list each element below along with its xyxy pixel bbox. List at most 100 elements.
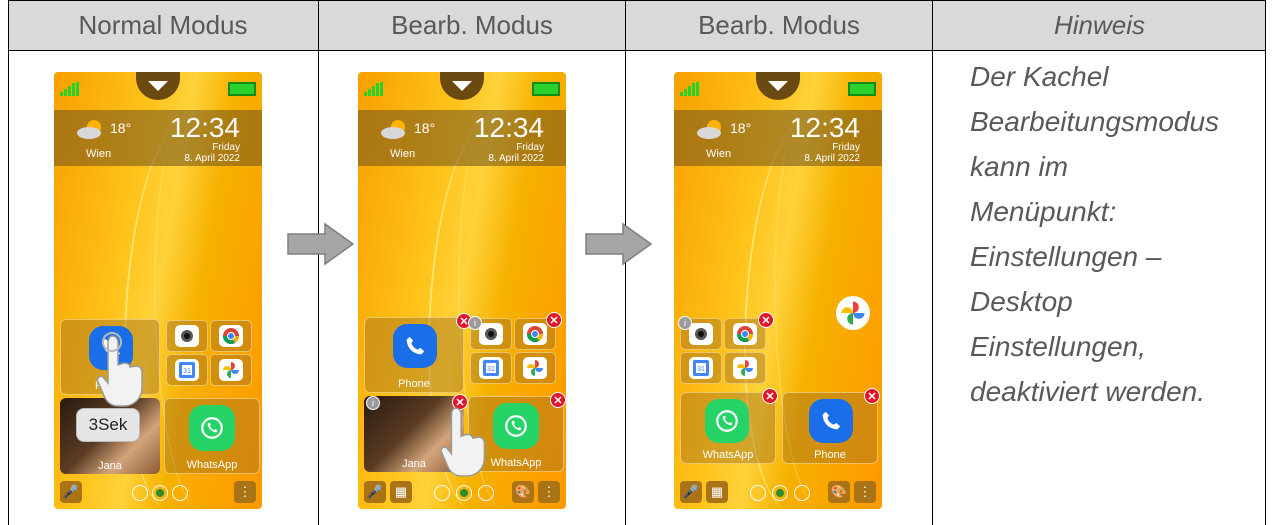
photos-tile[interactable] xyxy=(514,352,556,384)
page-dot[interactable] xyxy=(750,485,766,501)
weather-clock-widget[interactable]: 18° Wien 12:34 Friday 8. April 2022 xyxy=(54,110,262,166)
weekday: Friday xyxy=(516,142,544,153)
photos-icon xyxy=(733,357,757,379)
weather-clock-widget[interactable]: 18° Wien 12:34 Friday 8. April 2022 xyxy=(358,110,566,166)
more-menu-icon[interactable]: ⋮ xyxy=(538,481,560,503)
grid-icon[interactable]: ▦ xyxy=(706,481,728,503)
photos-icon-dragging[interactable] xyxy=(836,296,870,330)
info-badge-icon[interactable]: i xyxy=(468,316,482,330)
info-badge-icon[interactable]: i xyxy=(366,396,380,410)
calendar-tile[interactable]: 31 xyxy=(166,354,208,386)
date-block: Friday 8. April 2022 xyxy=(488,142,544,164)
svg-text:31: 31 xyxy=(697,366,705,373)
pull-down-tab[interactable] xyxy=(440,72,484,100)
tap-hand-icon xyxy=(440,407,486,477)
tile-label: WhatsApp xyxy=(702,449,754,461)
tile-label: Jana xyxy=(98,460,122,472)
temperature: 18° xyxy=(730,120,752,136)
battery-icon xyxy=(228,82,256,96)
table-border-right xyxy=(1265,0,1266,525)
camera-icon xyxy=(479,323,503,345)
palette-icon[interactable]: 🎨 xyxy=(512,481,534,503)
battery-icon xyxy=(532,82,560,96)
microphone-icon[interactable]: 🎤 xyxy=(60,481,82,503)
delete-tile-icon[interactable]: ✕ xyxy=(546,312,562,328)
palette-icon[interactable]: 🎨 xyxy=(828,481,850,503)
table-border-top xyxy=(8,0,1266,1)
pull-down-tab[interactable] xyxy=(756,72,800,100)
phone-icon xyxy=(809,399,853,443)
calendar-tile[interactable]: 31 xyxy=(680,352,722,384)
temperature: 18° xyxy=(414,120,436,136)
date: 8. April 2022 xyxy=(184,153,240,164)
weather-clock-widget[interactable]: 18° Wien 12:34 Friday 8. April 2022 xyxy=(674,110,882,166)
header-normal-mode: Normal Modus xyxy=(8,0,318,50)
photos-icon xyxy=(219,359,243,381)
chevron-down-icon xyxy=(768,81,788,91)
camera-tile[interactable] xyxy=(166,320,208,352)
weekday: Friday xyxy=(212,142,240,153)
photos-tile[interactable] xyxy=(724,352,766,384)
page-dot-active[interactable] xyxy=(456,485,472,501)
page-dot[interactable] xyxy=(794,485,810,501)
delete-tile-icon[interactable]: ✕ xyxy=(864,388,880,404)
whatsapp-icon xyxy=(493,403,539,449)
chrome-icon xyxy=(733,323,757,345)
tile-label: WhatsApp xyxy=(186,459,238,471)
grid-icon[interactable]: ▦ xyxy=(390,481,412,503)
phone-icon xyxy=(393,324,437,368)
whatsapp-tile[interactable]: WhatsApp xyxy=(680,392,776,464)
date: 8. April 2022 xyxy=(804,153,860,164)
whatsapp-tile[interactable]: WhatsApp xyxy=(164,398,260,474)
page-dot[interactable] xyxy=(172,485,188,501)
phone-tile[interactable]: Phone xyxy=(364,317,464,393)
table-header-divider xyxy=(8,50,1266,51)
chrome-icon xyxy=(523,323,547,345)
hint-line: Bearbeitungsmodus xyxy=(970,106,1220,137)
delete-tile-icon[interactable]: ✕ xyxy=(550,392,566,408)
column-divider-3 xyxy=(932,0,933,525)
page-dot[interactable] xyxy=(478,485,494,501)
microphone-icon[interactable]: 🎤 xyxy=(680,481,702,503)
whatsapp-icon xyxy=(189,405,235,451)
hint-line: kann im xyxy=(970,151,1069,182)
page-dot[interactable] xyxy=(132,485,148,501)
chrome-icon xyxy=(219,325,243,347)
more-menu-icon[interactable]: ⋮ xyxy=(234,481,256,503)
calendar-icon: 31 xyxy=(175,359,199,381)
pull-down-tab[interactable] xyxy=(136,72,180,100)
header-edit-mode-1: Bearb. Modus xyxy=(319,0,625,50)
photos-tile[interactable] xyxy=(210,354,252,386)
clock-time: 12:34 xyxy=(169,112,240,143)
page-dot[interactable] xyxy=(434,485,450,501)
whatsapp-icon xyxy=(705,399,749,443)
phone-screen-edit-2: 18° Wien 12:34 Friday 8. April 2022 i ✕ 3… xyxy=(674,72,882,509)
hint-line: Einstellungen, xyxy=(970,331,1146,362)
calendar-tile[interactable]: 31 xyxy=(470,352,512,384)
delete-tile-icon[interactable]: ✕ xyxy=(758,312,774,328)
weekday: Friday xyxy=(832,142,860,153)
hint-line: deaktiviert werden. xyxy=(970,376,1206,407)
camera-icon xyxy=(175,325,199,347)
header-hint: Hinweis xyxy=(933,0,1266,50)
partly-cloudy-icon xyxy=(381,120,405,139)
signal-icon xyxy=(60,82,79,96)
phone-tile[interactable]: Phone xyxy=(782,392,878,464)
page-dot-active[interactable] xyxy=(152,485,168,501)
chrome-tile[interactable] xyxy=(210,320,252,352)
header-edit-mode-2: Bearb. Modus xyxy=(626,0,932,50)
delete-tile-icon[interactable]: ✕ xyxy=(762,388,778,404)
info-badge-icon[interactable]: i xyxy=(678,316,692,330)
city-name: Wien xyxy=(706,148,732,160)
microphone-icon[interactable]: 🎤 xyxy=(364,481,386,503)
page-dot-active[interactable] xyxy=(772,485,788,501)
date-block: Friday 8. April 2022 xyxy=(184,142,240,164)
more-menu-icon[interactable]: ⋮ xyxy=(854,481,876,503)
camera-icon xyxy=(689,323,713,345)
phone-screen-normal: 18° Wien 12:34 Friday8. April 2022 Pho 3… xyxy=(54,72,262,509)
hold-duration-label: 3Sek xyxy=(76,408,140,442)
arrow-right-icon xyxy=(585,222,653,266)
photos-icon xyxy=(523,357,547,379)
hint-line: Der Kachel xyxy=(970,61,1109,92)
date: 8. April 2022 xyxy=(488,153,544,164)
